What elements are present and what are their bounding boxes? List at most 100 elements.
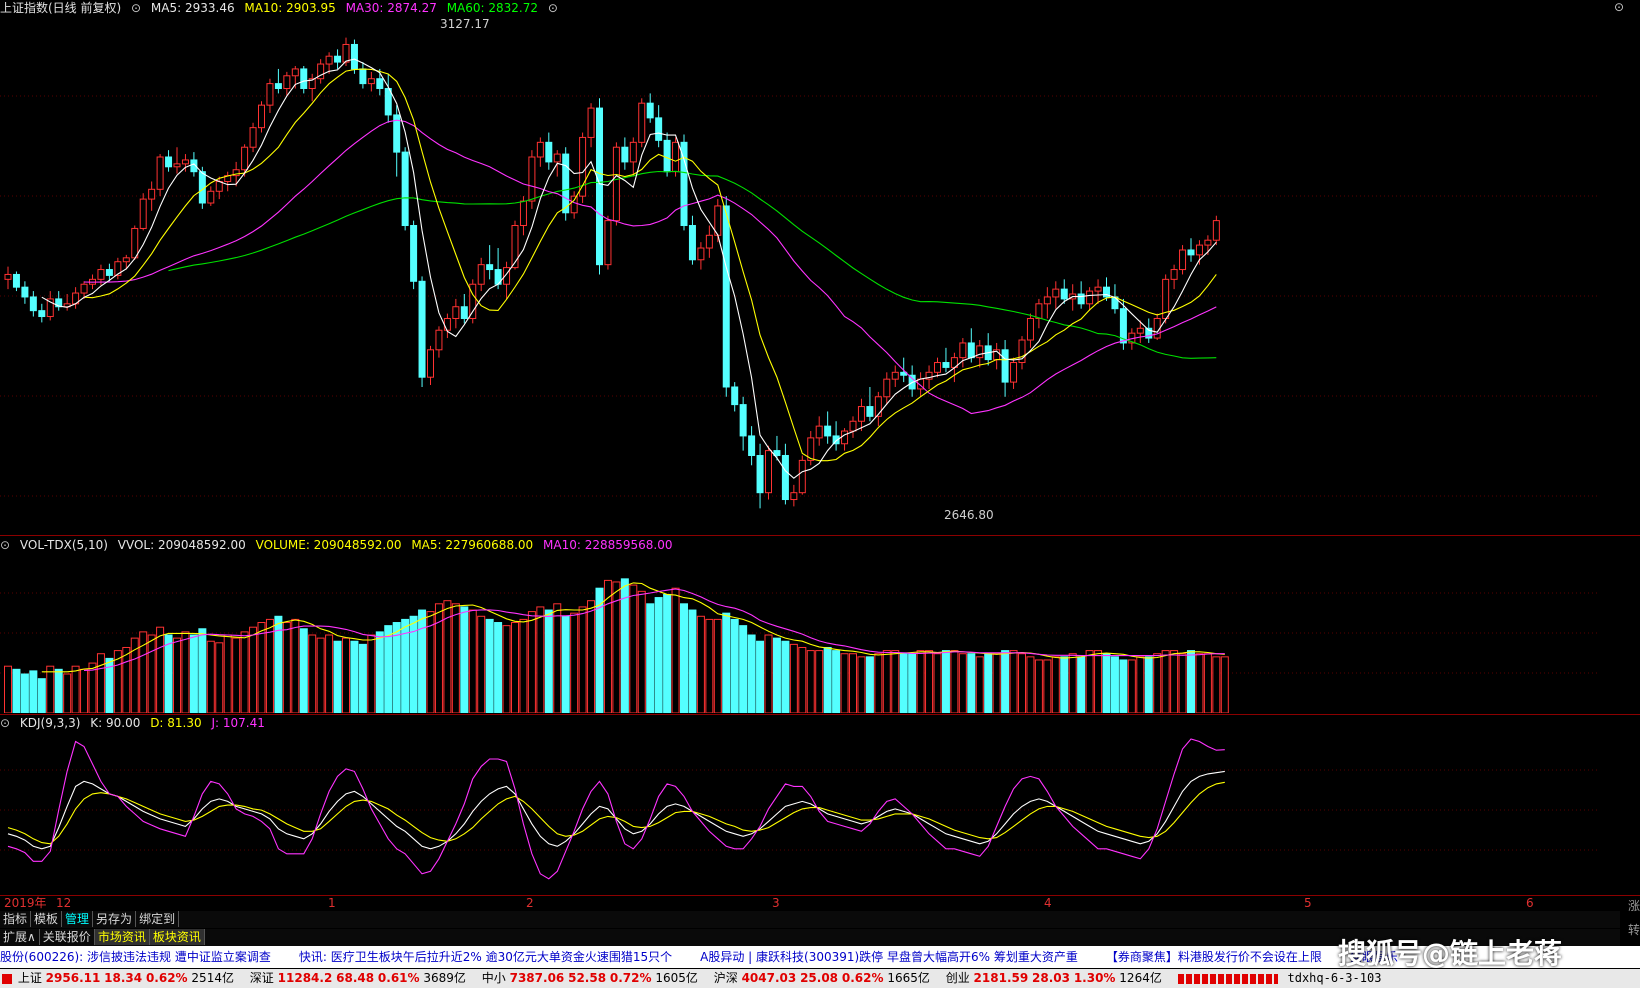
side-label[interactable]: 转 [1628, 921, 1640, 938]
candle-body [874, 396, 882, 417]
candle-body [1035, 303, 1043, 319]
vvol-label: VVOL: 209048592.00 [117, 538, 246, 552]
price-low-label: 2646.80 [944, 508, 994, 522]
volume-bar [865, 656, 874, 713]
volume-bar [629, 584, 638, 713]
volume-bar [54, 668, 63, 713]
volume-bar [1094, 650, 1103, 713]
volume-bar [333, 640, 342, 713]
candle-body [207, 190, 215, 204]
candle-body [283, 75, 291, 90]
volume-bar [434, 603, 443, 713]
toolbar-row-1: 指标 模板 管理 另存为 绑定到 [0, 911, 1620, 928]
tab-template[interactable]: 模板 [31, 911, 63, 927]
tab-sector-news[interactable]: 板块资讯 [149, 929, 205, 945]
candle-body [410, 225, 418, 282]
volume-title[interactable]: VOL-TDX(5,10) [20, 538, 108, 552]
candle-body [697, 247, 705, 261]
status-index-sz[interactable]: 深证 11284.2 68.48 0.61% 3689亿 [250, 969, 466, 988]
vol-ma5-label: MA5: 227960688.00 [411, 538, 534, 552]
candle-body [215, 180, 223, 192]
candle-body [663, 139, 671, 173]
pane-divider[interactable] [0, 535, 1640, 536]
volume-bar [451, 603, 460, 713]
kdj-title[interactable]: KDJ(9,3,3) [20, 716, 81, 730]
volume-bar [1060, 656, 1069, 713]
candle-body [604, 220, 612, 266]
volume-bar [215, 642, 224, 713]
candle-body [688, 225, 696, 261]
settings-icon-2[interactable]: ⊙ [548, 1, 558, 15]
volume-bar [941, 650, 950, 713]
volume-bar [4, 665, 12, 713]
candle-body [519, 200, 527, 227]
volume-bar [1153, 653, 1162, 713]
time-axis-year: 2019年 [4, 896, 47, 910]
candle-body [672, 141, 680, 173]
candle-body [798, 459, 806, 494]
settings-icon[interactable]: ⊙ [131, 1, 141, 15]
volume-chart[interactable] [0, 553, 1640, 713]
volume-bar [764, 634, 773, 713]
candle-body [1212, 220, 1220, 241]
watermark: 搜狐号@链上老蒋 [1338, 937, 1563, 970]
news-item[interactable]: 股份(600226): 涉信披违法违规 遭中证监立案调查 [0, 950, 271, 964]
status-icon [2, 973, 12, 984]
volume-bar [63, 673, 72, 713]
tab-related-quotes[interactable]: 关联报价 [40, 929, 95, 945]
tab-bind-to[interactable]: 绑定到 [136, 911, 180, 927]
side-label[interactable]: 涨 [1628, 897, 1640, 914]
kdj-settings-icon[interactable]: ⊙ [0, 716, 10, 730]
status-index-hs300[interactable]: 沪深 4047.03 25.08 0.62% 1665亿 [714, 969, 930, 988]
volume-bar [173, 637, 181, 713]
volume-bar [578, 606, 587, 713]
volume-bar [282, 622, 291, 713]
volume-bar [882, 650, 891, 713]
volume-bar [384, 625, 393, 713]
volume-bar [46, 665, 55, 713]
volume-bar [654, 597, 663, 713]
volume-bar [164, 634, 173, 713]
volume-bar [798, 646, 807, 713]
candle-body [765, 450, 772, 494]
news-item[interactable]: 【券商聚焦】料港股发行价不会设在上限 [1106, 950, 1322, 964]
news-item[interactable]: 快讯: 医疗卫生板块午后拉升近2% 逾30亿元大单资金火速围猎15只个 [299, 950, 672, 964]
volume-bar [570, 612, 579, 713]
volume-bar [37, 678, 46, 713]
candlestick-chart[interactable] [0, 16, 1640, 536]
price-high-label: 3127.17 [440, 17, 490, 31]
volume-bar [249, 626, 258, 713]
candle-body [536, 141, 544, 158]
volume-settings-icon[interactable]: ⊙ [0, 538, 10, 552]
volume-bar [806, 650, 815, 713]
status-index-gem[interactable]: 创业 2181.59 28.03 1.30% 1264亿 [946, 969, 1162, 988]
tab-indicator[interactable]: 指标 [0, 911, 32, 927]
candle-body [452, 306, 460, 319]
candle-body [553, 153, 561, 163]
volume-bar [536, 606, 545, 713]
volume-bar [933, 653, 942, 713]
volume-bar [1161, 650, 1170, 713]
candle-body [122, 257, 130, 263]
tab-save-as[interactable]: 另存为 [93, 911, 137, 927]
news-item[interactable]: A股异动 | 康跃科技(300391)跌停 早盘曾大幅高开6% 筹划重大资产重 [700, 950, 1078, 964]
volume-bar [891, 650, 900, 713]
volume-bar [696, 615, 705, 713]
status-index-sme[interactable]: 中小 7387.06 52.58 0.72% 1605亿 [482, 969, 698, 988]
tab-manage[interactable]: 管理 [62, 911, 94, 927]
time-axis: 2019年 12 1 2 3 4 5 6 [0, 896, 1640, 910]
window-control-icon[interactable]: ⊙ [1614, 0, 1624, 14]
status-index-sh[interactable]: 上证 2956.11 18.34 0.62% 2514亿 [18, 969, 234, 988]
volume-bar [1026, 656, 1035, 713]
price-title[interactable]: 上证指数(日线 前复权) [0, 1, 121, 15]
candle-body [756, 454, 764, 494]
kdj-chart[interactable] [0, 730, 1640, 895]
tab-market-news[interactable]: 市场资讯 [94, 929, 150, 945]
tab-expand[interactable]: 扩展∧ [0, 929, 40, 945]
candle-body [334, 55, 342, 63]
volume-bar [147, 634, 156, 713]
candle-body [1179, 249, 1187, 271]
volume-bar [561, 615, 570, 713]
volume-bar [477, 615, 486, 713]
vol-ma10-label: MA10: 228859568.00 [543, 538, 673, 552]
